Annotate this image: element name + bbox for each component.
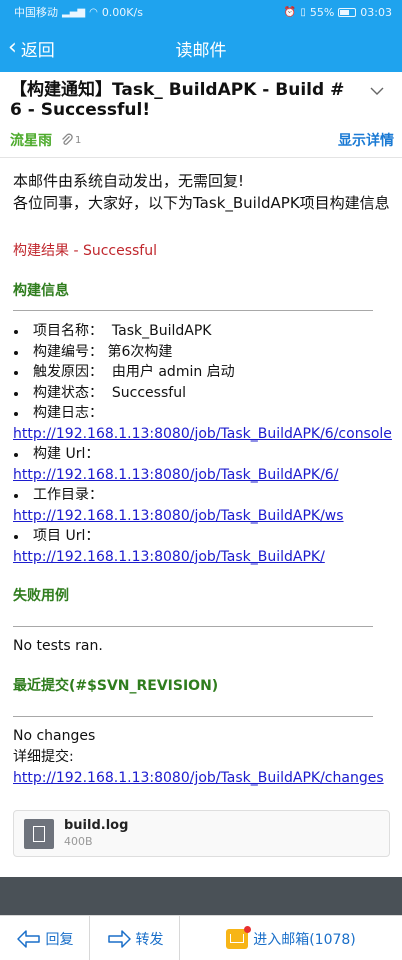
reply-button[interactable]: 回复 xyxy=(0,916,90,960)
section-failed-tests: 失败用例 xyxy=(13,588,69,604)
attachment-size: 400B xyxy=(64,834,93,848)
build-result: 构建结果 - Successful xyxy=(13,243,157,259)
carrier-label: 中国移动 xyxy=(14,6,58,19)
section-divider xyxy=(13,626,373,627)
page-title: 读邮件 xyxy=(175,40,227,61)
workspace-link[interactable]: http://192.168.1.13:8080/job/Task_BuildA… xyxy=(13,506,391,527)
enter-inbox-button[interactable]: 进入邮箱(1078) xyxy=(180,916,402,960)
bottom-toolbar: 回复 转发 进入邮箱(1078) xyxy=(0,915,402,960)
forward-label: 转发 xyxy=(135,931,164,948)
gray-separator xyxy=(0,877,402,915)
paperclip-icon xyxy=(62,133,73,145)
attachment-name: build.log xyxy=(64,817,129,833)
build-info-list: 项目名称： Task_BuildAPK 构建编号： 第6次构建 触发原因： 由用… xyxy=(13,321,392,567)
vibrate-icon: ▯ xyxy=(300,6,306,18)
inbox-label: 进入邮箱(1078) xyxy=(253,931,356,948)
list-item: 工作目录： http://192.168.1.13:8080/job/Task_… xyxy=(13,485,391,526)
sender-name[interactable]: 流星雨 xyxy=(10,130,52,150)
show-details-link[interactable]: 显示详情 xyxy=(338,130,394,150)
forward-arrow-icon xyxy=(107,929,131,948)
details-label: 详细提交: xyxy=(13,749,74,765)
clock: 03:03 xyxy=(360,5,392,19)
chevron-down-icon[interactable] xyxy=(370,84,384,98)
battery-icon xyxy=(338,7,357,17)
battery-percent: 55% xyxy=(309,5,335,19)
chevron-left-icon: ‹ xyxy=(8,35,17,60)
wifi-icon: ◠ xyxy=(89,6,98,18)
section-divider xyxy=(13,310,373,311)
list-item: 项目 Url： http://192.168.1.13:8080/job/Tas… xyxy=(13,526,391,567)
build-url-link[interactable]: http://192.168.1.13:8080/job/Task_BuildA… xyxy=(13,465,391,486)
console-link[interactable]: http://192.168.1.13:8080/job/Task_BuildA… xyxy=(13,424,392,445)
list-item: 构建状态： Successful xyxy=(13,383,391,404)
net-speed: 0.00K/s xyxy=(101,5,143,19)
mail-subject: 【构建通知】Task_ BuildAPK - Build # 6 - Succe… xyxy=(10,80,345,120)
nav-bar: 读邮件 ‹ 返回 xyxy=(0,24,402,72)
reply-label: 回复 xyxy=(45,931,74,948)
header-divider xyxy=(0,157,402,158)
sender-row: 流星雨 1 显示详情 xyxy=(10,130,394,150)
list-item: 构建 Url： http://192.168.1.13:8080/job/Tas… xyxy=(13,444,391,485)
attachment-card[interactable]: build.log 400B xyxy=(13,810,390,857)
project-url-link[interactable]: http://192.168.1.13:8080/job/Task_BuildA… xyxy=(13,547,391,568)
section-divider xyxy=(13,716,373,717)
status-bar: 中国移动 ▂▄▆ ◠ 0.00K/s ⏰ ▯ 55% 03:03 xyxy=(0,0,402,24)
attachment-count: 1 xyxy=(75,134,82,146)
no-tests-text: No tests ran. xyxy=(13,638,103,654)
mail-body: 本邮件由系统自动发出，无需回复! 各位同事，大家好，以下为Task_BuildA… xyxy=(13,170,392,789)
section-build-info: 构建信息 xyxy=(13,283,69,299)
list-item: 项目名称： Task_BuildAPK xyxy=(13,321,391,342)
back-label: 返回 xyxy=(20,40,55,61)
list-item: 构建日志： http://192.168.1.13:8080/job/Task_… xyxy=(13,403,392,445)
list-item: 触发原因： 由用户 admin 启动 xyxy=(13,362,391,383)
changes-link[interactable]: http://192.168.1.13:8080/job/Task_BuildA… xyxy=(13,768,391,789)
alarm-icon: ⏰ xyxy=(283,6,297,18)
attachment-indicator: 1 xyxy=(60,133,81,147)
mailbox-icon xyxy=(226,925,252,949)
intro-line-1: 本邮件由系统自动发出，无需回复! xyxy=(13,172,245,190)
intro-line-2: 各位同事，大家好，以下为Task_BuildAPK项目构建信息 xyxy=(13,194,390,212)
reply-arrow-icon xyxy=(16,929,40,948)
forward-button[interactable]: 转发 xyxy=(90,916,180,960)
back-button[interactable]: ‹ 返回 xyxy=(8,24,55,72)
list-item: 构建编号： 第6次构建 xyxy=(13,342,391,363)
no-changes-text: No changes xyxy=(13,728,96,744)
signal-icon: ▂▄▆ xyxy=(62,6,86,18)
file-icon xyxy=(24,818,54,849)
section-recent-commits: 最近提交(#$SVN_REVISION) xyxy=(13,678,219,694)
